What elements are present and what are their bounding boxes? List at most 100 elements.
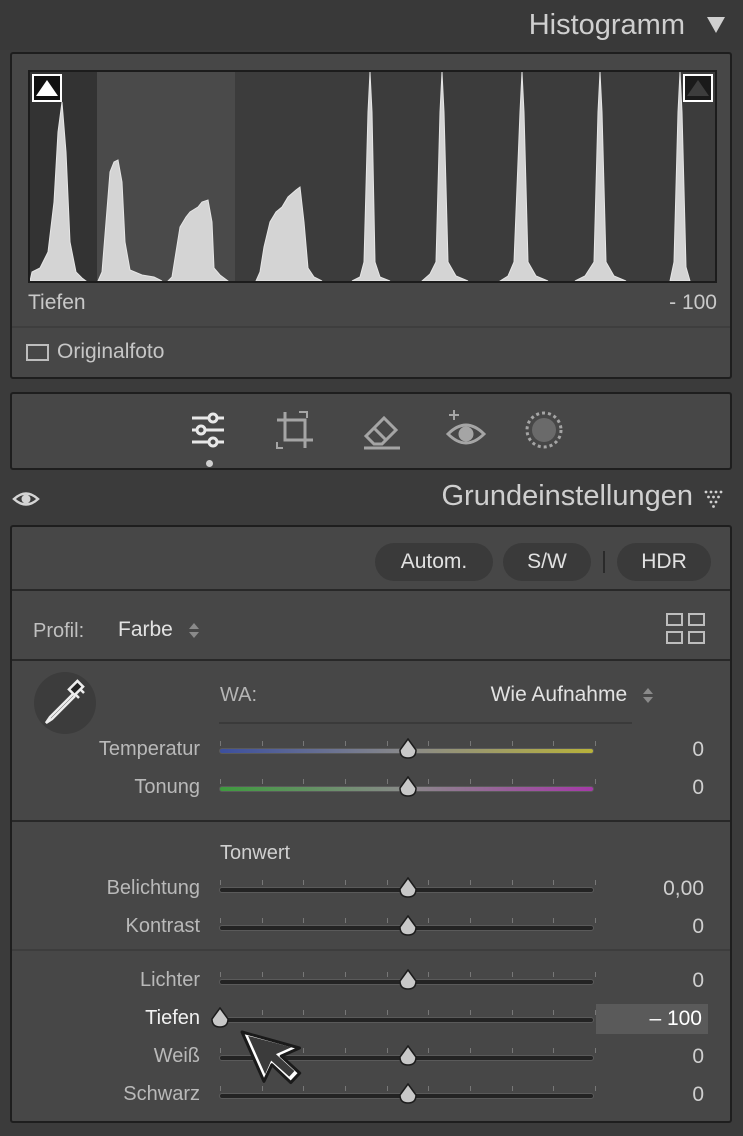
histogram-readout-value: - 100 <box>669 291 717 314</box>
divider <box>12 589 730 591</box>
slider-thumb[interactable] <box>210 1007 230 1029</box>
slider-tick <box>511 972 513 977</box>
slider-tick <box>511 1086 513 1091</box>
slider-value-field[interactable]: 0 <box>692 738 704 762</box>
divider <box>12 949 730 951</box>
slider-value-field[interactable]: 0 <box>692 915 704 939</box>
slider-thumb[interactable] <box>398 738 418 760</box>
slider-track[interactable] <box>219 915 596 936</box>
histogram-title: Histogramm <box>528 8 685 41</box>
wb-value: Wie Aufnahme <box>490 683 628 706</box>
slider-tick <box>595 779 596 784</box>
slider-tick <box>553 741 555 746</box>
slider-value-field[interactable]: 0 <box>692 1045 704 1069</box>
auto-button[interactable]: Autom. <box>375 543 493 581</box>
eyedropper-icon <box>44 679 85 725</box>
masking-icon[interactable] <box>522 408 566 452</box>
slider-thumb[interactable] <box>398 776 418 798</box>
slider-tick <box>428 741 430 746</box>
slider-thumb[interactable] <box>398 877 418 899</box>
visibility-eye-icon[interactable] <box>12 488 40 510</box>
slider-tick <box>428 1086 430 1091</box>
edit-sliders-icon[interactable] <box>186 408 230 452</box>
slider-track[interactable] <box>219 776 596 797</box>
slider-track[interactable] <box>219 877 596 898</box>
button-divider <box>603 551 605 573</box>
slider-thumb[interactable] <box>398 915 418 937</box>
shadow-clipping-toggle[interactable] <box>32 74 62 102</box>
slider-tick <box>595 972 596 977</box>
slider-tick <box>261 918 263 923</box>
slider-tick <box>345 779 346 784</box>
collapse-triangle-icon[interactable] <box>707 17 725 33</box>
slider-tick <box>553 1086 555 1091</box>
profile-browser-grid-icon[interactable] <box>666 613 706 645</box>
slider-thumb[interactable] <box>398 1083 418 1105</box>
slider-tick <box>553 918 555 923</box>
slider-tick <box>220 972 221 977</box>
slider-thumb[interactable] <box>398 1045 418 1067</box>
slider-tick <box>345 1086 346 1091</box>
original-photo-checkbox[interactable] <box>26 343 49 361</box>
select-updown-icon <box>188 622 199 638</box>
slider-tick <box>386 972 388 977</box>
active-tool-indicator <box>206 460 213 467</box>
slider-tick <box>261 972 263 977</box>
slider-tick <box>220 1086 221 1091</box>
histogram-header[interactable]: Histogramm <box>0 0 743 50</box>
slider-tick <box>511 1048 513 1053</box>
slider-tick <box>345 741 346 746</box>
slider-tick <box>345 1010 346 1015</box>
collapse-dotted-triangle-icon[interactable] <box>704 490 724 508</box>
slider-tick <box>303 1010 305 1015</box>
slider-tick <box>595 918 596 923</box>
divider <box>12 326 730 328</box>
slider-tick <box>595 1086 596 1091</box>
slider-value-field[interactable]: 0 <box>692 776 704 800</box>
slider-tick <box>470 972 471 977</box>
slider-tick <box>261 880 263 885</box>
histogram-curve <box>30 72 691 281</box>
slider-thumb[interactable] <box>398 969 418 991</box>
slider-value-field[interactable]: 0,00 <box>663 877 704 901</box>
histogram-readout: Tiefen - 100 <box>28 291 717 315</box>
wb-picker-button[interactable] <box>34 672 96 734</box>
slider-tick <box>553 1048 555 1053</box>
tool-strip <box>10 392 732 470</box>
slider-tick <box>553 1010 555 1015</box>
slider-label: Belichtung <box>106 877 200 899</box>
highlight-clipping-toggle[interactable] <box>683 74 713 102</box>
slider-tick <box>345 880 346 885</box>
slider-tick <box>511 779 513 784</box>
redeye-icon[interactable] <box>444 408 488 452</box>
slider-value-field[interactable]: – 100 <box>596 1004 708 1034</box>
healing-eraser-icon[interactable] <box>360 408 404 452</box>
slider-tick <box>261 779 263 784</box>
slider-tick <box>428 1048 430 1053</box>
basic-header[interactable]: Grundeinstellungen <box>0 480 743 524</box>
bw-button[interactable]: S/W <box>503 543 591 581</box>
slider-tick <box>386 1048 388 1053</box>
wb-underline <box>219 722 632 724</box>
hdr-button[interactable]: HDR <box>617 543 711 581</box>
profile-label: Profil: <box>33 620 85 642</box>
slider-tick <box>220 1048 221 1053</box>
slider-label: Tonung <box>134 776 200 798</box>
slider-value-field[interactable]: 0 <box>692 969 704 993</box>
slider-tick <box>261 741 263 746</box>
slider-tick <box>595 880 596 885</box>
profile-value: Farbe <box>118 618 173 641</box>
slider-tick <box>511 880 513 885</box>
slider-track[interactable] <box>211 1007 596 1028</box>
slider-track[interactable] <box>219 969 596 990</box>
mouse-cursor-icon <box>240 1030 302 1085</box>
profile-select[interactable]: Farbe <box>118 618 199 642</box>
wb-label: WA: <box>220 684 258 706</box>
original-photo-toggle[interactable]: Originalfoto <box>26 340 164 364</box>
slider-value-field[interactable]: 0 <box>692 1083 704 1107</box>
crop-icon[interactable] <box>273 408 317 452</box>
wb-select[interactable]: Wie Aufnahme <box>491 683 653 707</box>
original-photo-label: Originalfoto <box>57 340 165 363</box>
slider-track[interactable] <box>219 738 596 759</box>
basic-panel-title: Grundeinstellungen <box>441 480 693 512</box>
